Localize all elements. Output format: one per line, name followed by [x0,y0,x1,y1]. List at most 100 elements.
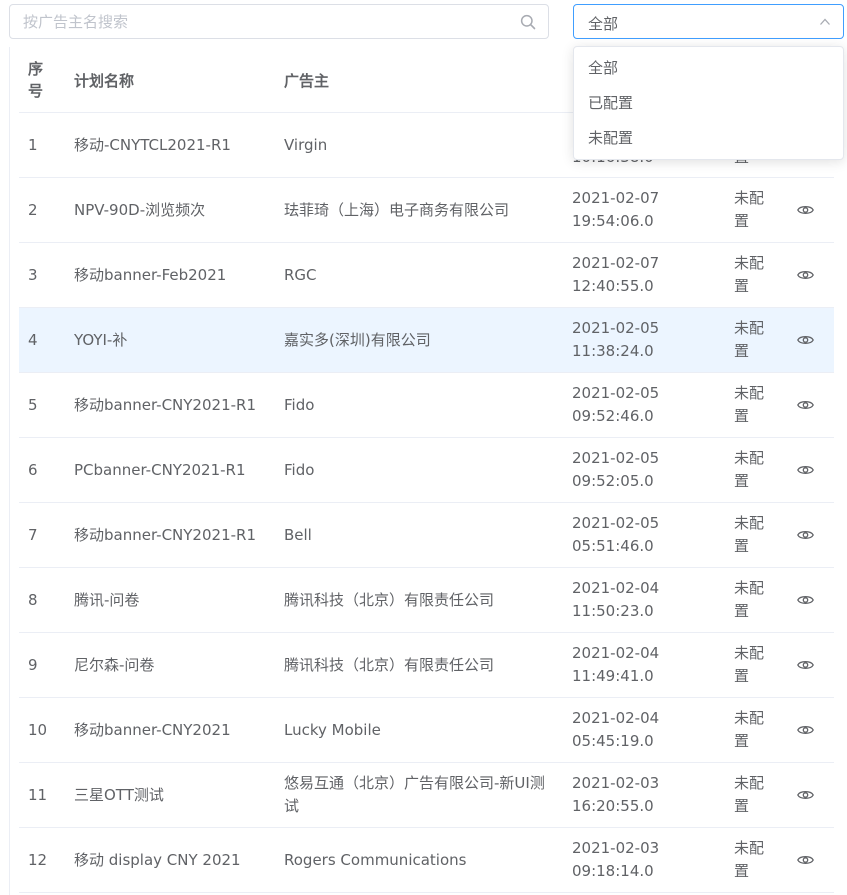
row-advertiser: Lucky Mobile [284,720,381,739]
table-row[interactable]: 6 PCbanner-CNY2021-R1 Fido 2021-02-05 09:52… [19,438,834,503]
row-status: 未配置 [734,319,765,360]
row-index: 6 [28,460,38,479]
table-row[interactable]: 10 移动banner-CNY2021 Lucky Mobile 2021-02-04… [19,698,834,763]
row-index: 9 [28,655,38,674]
header-advertiser: 广告主 [284,71,330,90]
table-row[interactable]: 3 移动banner-Feb2021 RGC 2021-02-07 12:40:55.… [19,243,834,308]
row-index: 1 [28,135,38,154]
row-action [795,178,815,242]
table-row[interactable]: 7 移动banner-CNY2021-R1 Bell 2021-02-05 05:51… [19,503,834,568]
chevron-up-icon[interactable] [819,16,831,28]
row-status: 未配置 [734,449,765,490]
row-index: 7 [28,525,38,544]
table-row[interactable]: 12 移动 display CNY 2021 Rogers Communicatio… [19,828,834,893]
row-plan-name: 腾讯-问卷 [74,590,140,609]
row-time: 2021-02-07 12:40:55.0 [572,254,660,295]
row-plan-name: NPV-90D-浏览频次 [74,200,206,219]
row-action [795,828,815,892]
row-plan-name: 移动 display CNY 2021 [74,850,241,869]
row-action [795,698,815,762]
eye-icon[interactable] [796,594,814,606]
row-time: 2021-02-04 11:50:23.0 [572,579,660,620]
status-filter-dropdown: 全部 已配置 未配置 [573,46,844,160]
row-action [795,763,815,827]
row-advertiser: Fido [284,460,315,479]
row-action [795,308,815,372]
row-plan-name: PCbanner-CNY2021-R1 [74,460,246,479]
eye-icon[interactable] [796,724,814,736]
row-time: 2021-02-05 11:38:24.0 [572,319,660,360]
plan-table: 序号 计划名称 广告主 1移动-CNYTCL2021-R1Virgin10:16… [9,47,834,895]
row-advertiser: RGC [284,265,317,284]
eye-icon[interactable] [796,269,814,281]
row-advertiser: 珐菲琦（上海）电子商务有限公司 [284,200,510,219]
table-row[interactable]: 9 尼尔森-问卷 腾讯科技（北京）有限责任公司 2021-02-04 11:49:41… [19,633,834,698]
table-row[interactable]: 2 NPV-90D-浏览频次 珐菲琦（上海）电子商务有限公司 2021-02-07 1… [19,178,834,243]
row-plan-name: 三星OTT测试 [74,785,164,804]
row-status: 未配置 [734,839,765,880]
dropdown-option[interactable]: 已配置 [574,86,843,121]
row-time: 2021-02-04 11:49:41.0 [572,644,660,685]
eye-icon[interactable] [796,789,814,801]
row-plan-name: 移动banner-CNY2021-R1 [74,525,256,544]
row-status: 未配置 [734,254,765,295]
row-plan-name: 移动-CNYTCL2021-R1 [74,135,231,154]
row-action [795,243,815,307]
page: 全部 序号 计划名称 广告主 1 移动-CNYTCL2021-R1 Virgin 10… [0,0,847,895]
row-plan-name: 移动banner-CNY2021 [74,720,231,739]
eye-icon[interactable] [796,854,814,866]
row-advertiser: 腾讯科技（北京）有限责任公司 [284,655,495,674]
row-advertiser: Rogers Communications [284,850,467,869]
dropdown-option[interactable]: 未配置 [574,121,843,156]
dropdown-option[interactable]: 全部 [574,51,843,86]
row-time: 2021-02-05 09:52:46.0 [572,384,660,425]
row-advertiser: Virgin [284,135,328,154]
row-index: 3 [28,265,38,284]
table-row[interactable]: 5 移动banner-CNY2021-R1 Fido 2021-02-05 09:52… [19,373,834,438]
status-filter-value: 全部 [588,15,619,33]
row-action [795,568,815,632]
row-status: 未配置 [734,189,765,230]
row-action [795,438,815,502]
row-status: 未配置 [734,644,765,685]
table-row[interactable]: 11 三星OTT测试 悠易互通（北京）广告有限公司-新UI测试 2021-02-03 … [19,763,834,828]
eye-icon[interactable] [796,529,814,541]
search-box[interactable] [9,4,549,39]
row-action [795,373,815,437]
row-action [795,503,815,567]
row-advertiser: 嘉实多(深圳)有限公司 [284,330,431,349]
row-index: 11 [28,785,48,804]
row-index: 10 [28,720,48,739]
eye-icon[interactable] [796,334,814,346]
header-index: 序号 [28,60,44,100]
row-status: 未配置 [734,774,765,815]
row-plan-name: 移动banner-CNY2021-R1 [74,395,256,414]
table-row[interactable]: 4 YOYI-补 嘉实多(深圳)有限公司 2021-02-05 11:38:24.0 未… [19,308,834,373]
search-icon[interactable] [520,14,536,30]
row-advertiser: Bell [284,525,312,544]
table-row[interactable]: 8 腾讯-问卷 腾讯科技（北京）有限责任公司 2021-02-04 11:50:23.… [19,568,834,633]
eye-icon[interactable] [796,399,814,411]
row-action [795,633,815,697]
row-time: 2021-02-03 16:20:55.0 [572,774,660,815]
row-time: 2021-02-05 05:51:46.0 [572,514,660,555]
row-advertiser: 腾讯科技（北京）有限责任公司 [284,590,495,609]
row-index: 4 [28,330,38,349]
eye-icon[interactable] [796,659,814,671]
eye-icon[interactable] [796,204,814,216]
row-index: 12 [28,850,48,869]
search-input[interactable] [10,5,510,38]
row-time: 2021-02-07 19:54:06.0 [572,189,660,230]
row-plan-name: 尼尔森-问卷 [74,655,155,674]
eye-icon[interactable] [796,464,814,476]
row-index: 2 [28,200,38,219]
row-status: 未配置 [734,514,765,555]
header-plan-name: 计划名称 [74,71,135,90]
row-status: 未配置 [734,384,765,425]
row-time: 2021-02-05 09:52:05.0 [572,449,660,490]
status-filter-select[interactable]: 全部 [573,4,844,39]
row-index: 8 [28,590,38,609]
row-time: 2021-02-04 05:45:19.0 [572,709,660,750]
row-plan-name: YOYI-补 [74,330,128,349]
row-time: 2021-02-03 09:18:14.0 [572,839,660,880]
